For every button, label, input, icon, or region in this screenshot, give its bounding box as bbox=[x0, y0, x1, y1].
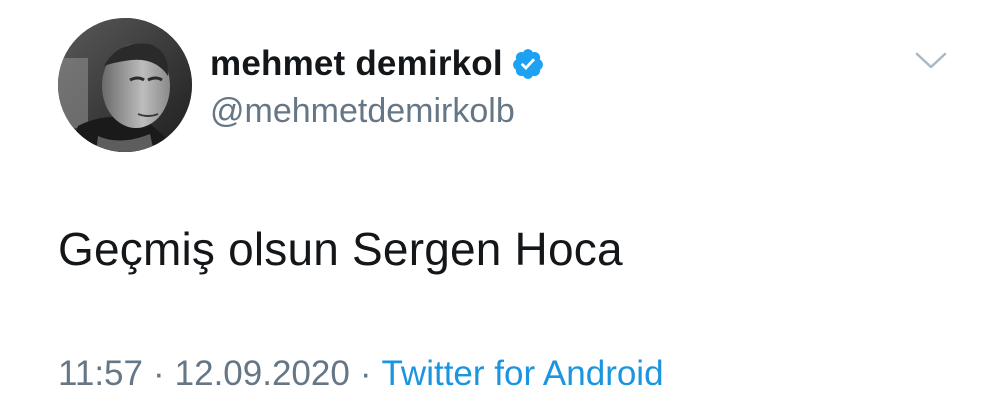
tweet-source-link[interactable]: Twitter for Android bbox=[381, 354, 663, 393]
tweet-card: mehmet demirkol @mehmetdemirkolb Geçmiş … bbox=[0, 0, 1000, 417]
tweet-meta: 11:57 · 12.09.2020 · Twitter for Android bbox=[58, 354, 664, 394]
meta-separator: · bbox=[153, 354, 165, 393]
verified-badge-icon bbox=[511, 47, 545, 81]
author-name-row[interactable]: mehmet demirkol bbox=[210, 44, 545, 84]
tweet-time[interactable]: 11:57 bbox=[58, 354, 143, 393]
avatar-photo bbox=[58, 18, 192, 152]
chevron-down-icon[interactable] bbox=[914, 50, 948, 72]
tweet-date[interactable]: 12.09.2020 bbox=[175, 354, 350, 393]
tweet-text: Geçmiş olsun Sergen Hoca bbox=[58, 223, 623, 275]
display-name[interactable]: mehmet demirkol bbox=[210, 44, 503, 84]
meta-separator: · bbox=[359, 354, 372, 393]
user-handle[interactable]: @mehmetdemirkolb bbox=[210, 92, 515, 131]
avatar[interactable] bbox=[58, 18, 192, 152]
